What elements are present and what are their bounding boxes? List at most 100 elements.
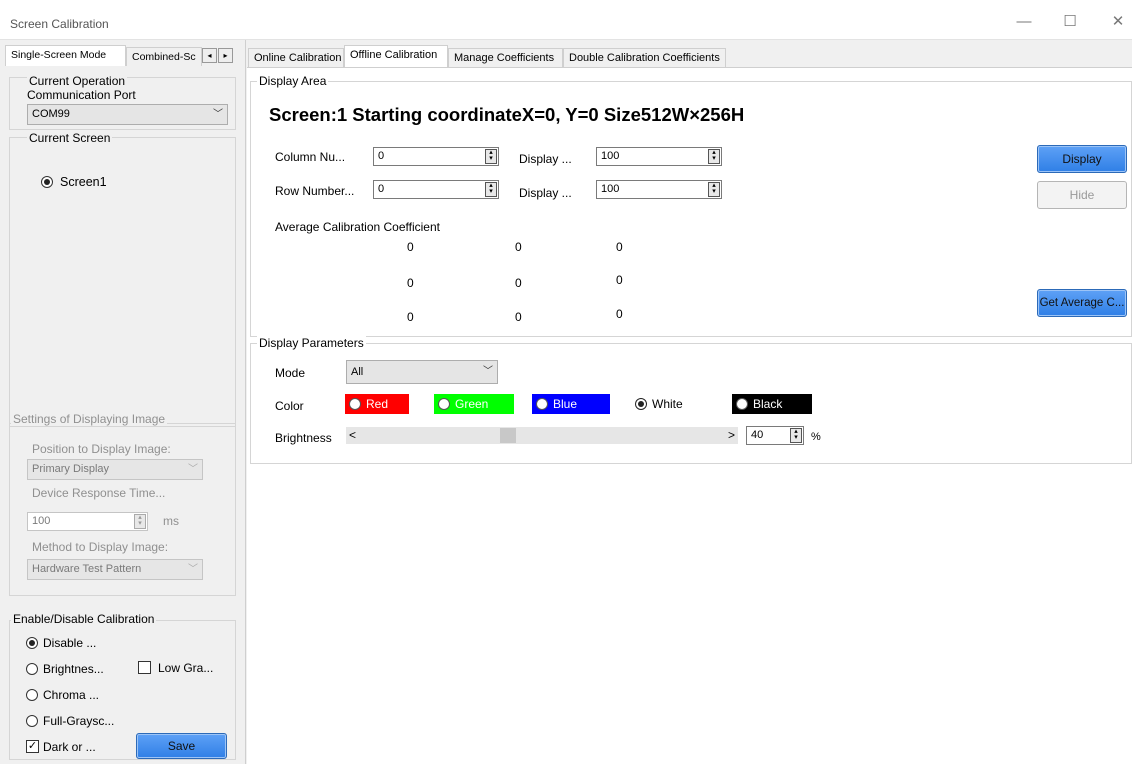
tab-single-screen-mode[interactable]: Single-Screen Mode	[5, 45, 126, 66]
chevron-down-icon: ﹀	[483, 366, 493, 377]
slider-left-arrow-icon[interactable]: <	[349, 427, 356, 444]
brightness-slider[interactable]: < >	[346, 427, 738, 444]
spinner-arrows-icon[interactable]: ▴ ▾	[790, 428, 802, 443]
display-width-value: 100	[601, 150, 620, 162]
communication-port-label: Communication Port	[27, 88, 136, 102]
tab-scroll-left-icon[interactable]: ◂	[202, 48, 217, 63]
display-height-spinner[interactable]: 100 ▴ ▾	[596, 180, 722, 199]
ms-unit-label: ms	[163, 514, 179, 528]
tab-scroll-right-icon[interactable]: ▸	[218, 48, 233, 63]
hide-button[interactable]: Hide	[1037, 181, 1127, 209]
communication-port-select[interactable]: COM99 ﹀	[27, 104, 228, 125]
red-label: Red	[366, 397, 389, 411]
spinner-arrows-icon[interactable]: ▴ ▾	[708, 149, 720, 164]
color-label: Color	[275, 399, 304, 413]
disable-label: Disable ...	[43, 636, 97, 650]
color-blue-option[interactable]: Blue	[532, 394, 610, 414]
position-display-image-value: Primary Display	[32, 463, 110, 475]
chroma-radio[interactable]	[26, 689, 38, 701]
tab-online-calibration[interactable]: Online Calibration	[248, 48, 344, 67]
chevron-down-icon: ﹀	[188, 564, 198, 575]
avg-cell-r2c2: 0	[515, 276, 522, 290]
low-gray-label: Low Gra...	[158, 661, 214, 675]
red-radio[interactable]	[349, 398, 361, 410]
brightness-value: 40	[751, 429, 764, 441]
slider-right-arrow-icon[interactable]: >	[728, 427, 735, 444]
percent-unit-label: %	[811, 431, 821, 443]
blue-radio[interactable]	[536, 398, 548, 410]
disable-radio[interactable]	[26, 637, 38, 649]
full-grayscale-radio[interactable]	[26, 715, 38, 727]
white-radio[interactable]	[635, 398, 647, 410]
display-button[interactable]: Display	[1037, 145, 1127, 173]
main-panel: Online Calibration Offline Calibration M…	[247, 40, 1132, 764]
tab-combined-screen[interactable]: Combined-Sc	[126, 47, 202, 66]
avg-cell-r1c2: 0	[515, 240, 522, 254]
spinner-arrows-icon[interactable]: ▴ ▾	[708, 182, 720, 197]
column-number-value: 0	[378, 150, 385, 162]
brightness-calibration-label: Brightnes...	[43, 662, 104, 676]
white-label: White	[652, 397, 683, 411]
color-green-option[interactable]: Green	[434, 394, 514, 414]
column-number-spinner[interactable]: 0 ▴ ▾	[373, 147, 499, 166]
display-width-label: Display ...	[519, 152, 572, 166]
avg-cell-r3c1: 0	[407, 310, 414, 324]
device-response-time-value: 100	[32, 515, 51, 527]
close-button[interactable]: ✕	[1103, 10, 1132, 34]
brightness-spinner[interactable]: 40 ▴ ▾	[746, 426, 804, 445]
spinner-arrows-icon[interactable]: ▴ ▾	[485, 149, 497, 164]
screen1-label: Screen1	[60, 175, 107, 189]
device-response-time-label: Device Response Time...	[32, 486, 166, 500]
tab-offline-calibration[interactable]: Offline Calibration	[344, 45, 448, 67]
title-bar: Screen Calibration — ☐ ✕	[0, 0, 1132, 40]
avg-cell-r2c1: 0	[407, 276, 414, 290]
calibration-group-label: Enable/Disable Calibration	[11, 612, 157, 626]
average-coefficient-label: Average Calibration Coefficient	[275, 220, 440, 234]
screen-info-headline: Screen:1 Starting coordinateX=0, Y=0 Siz…	[269, 104, 745, 125]
avg-cell-r1c1: 0	[407, 240, 414, 254]
row-number-value: 0	[378, 183, 385, 195]
brightness-radio[interactable]	[26, 663, 38, 675]
method-display-image-value: Hardware Test Pattern	[32, 563, 142, 575]
communication-port-value: COM99	[32, 108, 70, 120]
tab-manage-coefficients[interactable]: Manage Coefficients	[448, 48, 563, 67]
maximize-button[interactable]: ☐	[1055, 10, 1085, 34]
color-red-option[interactable]: Red	[345, 394, 409, 414]
minimize-button[interactable]: —	[1009, 10, 1039, 34]
device-response-time-spinner[interactable]: 100 ▴ ▾	[27, 512, 148, 531]
color-black-option[interactable]: Black	[732, 394, 812, 414]
display-area-label: Display Area	[257, 74, 329, 88]
save-button[interactable]: Save	[136, 733, 227, 759]
low-gray-checkbox[interactable]	[138, 661, 151, 674]
green-radio[interactable]	[438, 398, 450, 410]
method-display-image-select[interactable]: Hardware Test Pattern ﹀	[27, 559, 203, 580]
position-display-image-label: Position to Display Image:	[32, 442, 171, 456]
green-label: Green	[455, 397, 489, 411]
mode-label: Mode	[275, 366, 306, 380]
slider-thumb[interactable]	[499, 428, 516, 443]
mode-select[interactable]: All ﹀	[346, 360, 498, 384]
spinner-arrows-icon[interactable]: ▴ ▾	[134, 514, 146, 529]
black-radio[interactable]	[736, 398, 748, 410]
chevron-down-icon: ﹀	[213, 109, 223, 120]
current-screen-label: Current Screen	[27, 131, 113, 145]
get-average-coefficient-button[interactable]: Get Average C...	[1037, 289, 1127, 317]
left-panel: Single-Screen Mode Combined-Sc ◂ ▸ Curre…	[0, 40, 246, 764]
color-white-option[interactable]: White	[631, 394, 713, 414]
position-display-image-select[interactable]: Primary Display ﹀	[27, 459, 203, 480]
chroma-label: Chroma ...	[43, 688, 100, 702]
spinner-arrows-icon[interactable]: ▴ ▾	[485, 182, 497, 197]
full-grayscale-label: Full-Graysc...	[43, 714, 115, 728]
dark-or-checkbox[interactable]: ✓	[26, 740, 39, 753]
mode-value: All	[351, 366, 364, 378]
screen1-radio[interactable]	[41, 176, 53, 188]
column-number-label: Column Nu...	[275, 150, 346, 164]
tab-double-calibration-coefficients[interactable]: Double Calibration Coefficients	[563, 48, 726, 67]
blue-label: Blue	[553, 397, 578, 411]
dark-or-label: Dark or ...	[43, 740, 96, 754]
display-width-spinner[interactable]: 100 ▴ ▾	[596, 147, 722, 166]
display-parameters-label: Display Parameters	[257, 336, 366, 350]
chevron-down-icon: ﹀	[188, 464, 198, 475]
avg-cell-r3c2: 0	[515, 310, 522, 324]
row-number-spinner[interactable]: 0 ▴ ▾	[373, 180, 499, 199]
